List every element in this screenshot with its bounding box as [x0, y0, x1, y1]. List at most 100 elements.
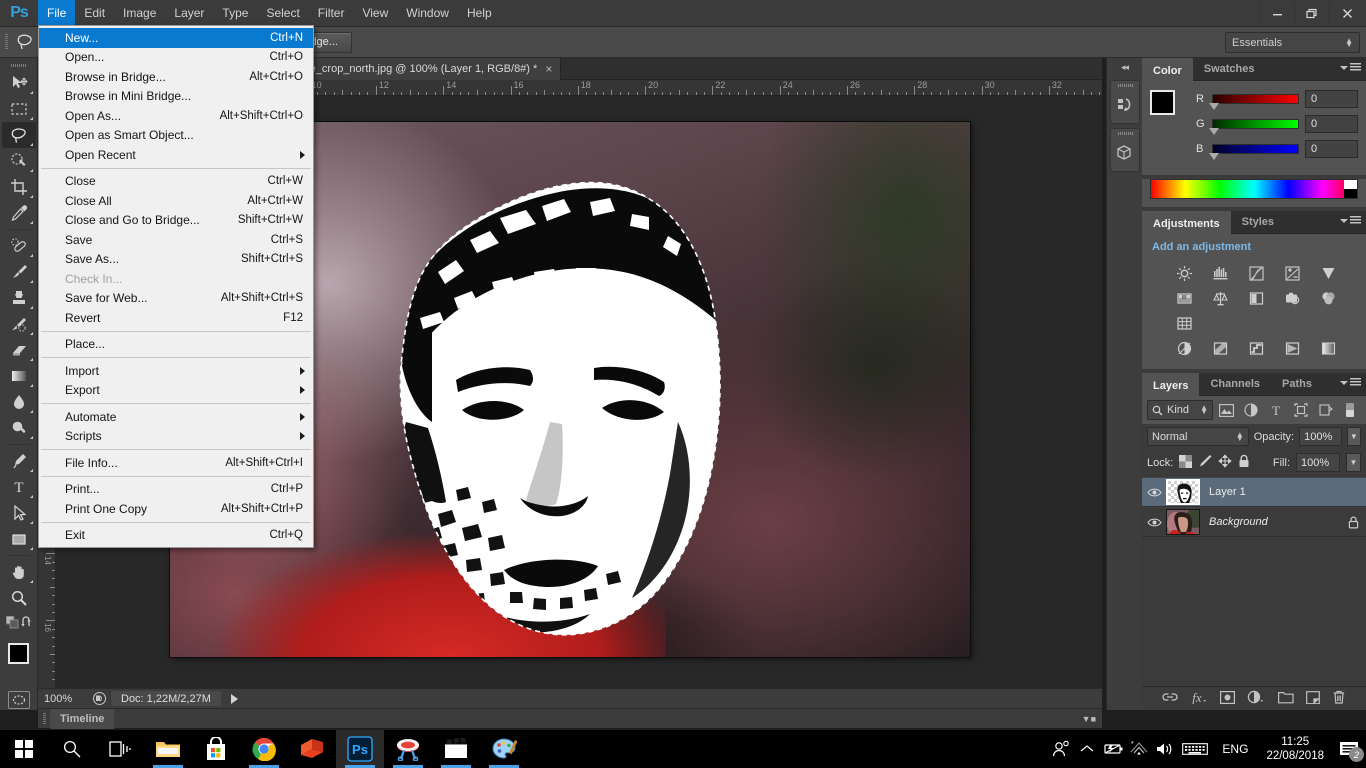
color-balance-icon[interactable]	[1202, 286, 1238, 311]
layer-style-fx-icon[interactable]: fx	[1190, 690, 1208, 707]
link-layers-icon[interactable]	[1162, 691, 1178, 706]
zoom-level[interactable]: 100%	[38, 693, 88, 705]
minimize-button[interactable]	[1259, 2, 1294, 24]
layer-thumbnail[interactable]	[1166, 509, 1200, 535]
lock-transparent-pixels-icon[interactable]	[1179, 455, 1192, 471]
brightness-contrast-icon[interactable]	[1166, 261, 1202, 286]
adjustments-panel-menu-icon[interactable]	[1340, 216, 1361, 225]
color-lookup-icon[interactable]	[1166, 311, 1202, 336]
green-value[interactable]: 0	[1305, 115, 1358, 133]
adjustment-layers-filter-icon[interactable]	[1241, 400, 1263, 420]
menu-layer[interactable]: Layer	[165, 0, 213, 27]
menu-help[interactable]: Help	[458, 0, 501, 27]
3d-panel-icon[interactable]	[1110, 128, 1140, 172]
red-value[interactable]: 0	[1305, 90, 1358, 108]
quick-selection-tool[interactable]	[2, 148, 36, 174]
menu-select[interactable]: Select	[257, 0, 308, 27]
menu-item-exit[interactable]: ExitCtrl+Q	[39, 526, 313, 546]
shape-layers-filter-icon[interactable]	[1290, 400, 1312, 420]
swap-colors-icon[interactable]	[20, 616, 34, 633]
rectangle-tool[interactable]	[2, 526, 36, 552]
status-bar-menu-arrow-icon[interactable]	[231, 694, 238, 704]
close-icon[interactable]: ×	[545, 63, 552, 75]
delete-layer-icon[interactable]	[1332, 690, 1346, 707]
menu-filter[interactable]: Filter	[309, 0, 354, 27]
table-row[interactable]: Layer 1	[1142, 477, 1366, 507]
selective-color-icon[interactable]	[1274, 336, 1310, 361]
history-panel-icon[interactable]	[1110, 80, 1140, 124]
crop-tool[interactable]	[2, 174, 36, 200]
eraser-tool[interactable]	[2, 337, 36, 363]
options-bar-grip[interactable]	[0, 27, 12, 58]
file-explorer-icon[interactable]	[144, 730, 192, 768]
layer-name[interactable]: Layer 1	[1200, 486, 1366, 498]
menu-item-scripts[interactable]: Scripts	[39, 427, 313, 447]
path-selection-tool[interactable]	[2, 500, 36, 526]
opacity-value[interactable]: 100%	[1299, 427, 1341, 446]
menu-item-revert[interactable]: RevertF12	[39, 308, 313, 328]
smart-object-filter-icon[interactable]	[1315, 400, 1337, 420]
menu-item-browse-in-mini-bridge[interactable]: Browse in Mini Bridge...	[39, 87, 313, 107]
menu-item-new[interactable]: New...Ctrl+N	[39, 28, 313, 48]
dodge-tool[interactable]	[2, 415, 36, 441]
tab-adjustments[interactable]: Adjustments	[1142, 211, 1231, 234]
menu-image[interactable]: Image	[114, 0, 165, 27]
menu-item-file-info[interactable]: File Info...Alt+Shift+Ctrl+I	[39, 453, 313, 473]
color-spectrum-ramp[interactable]	[1150, 179, 1358, 199]
tab-color[interactable]: Color	[1142, 58, 1193, 81]
menu-item-open-recent[interactable]: Open Recent	[39, 145, 313, 165]
lasso-tool-icon[interactable]	[12, 29, 38, 55]
collapse-panels-icon[interactable]: ◂◂	[1107, 58, 1142, 76]
blur-tool[interactable]	[2, 389, 36, 415]
menu-item-open-as[interactable]: Open As...Alt+Shift+Ctrl+O	[39, 106, 313, 126]
new-layer-icon[interactable]	[1306, 691, 1320, 707]
black-white-icon[interactable]	[1238, 286, 1274, 311]
levels-icon[interactable]	[1202, 261, 1238, 286]
timeline-grip[interactable]	[38, 709, 50, 729]
invert-icon[interactable]	[1166, 336, 1202, 361]
lasso-tool[interactable]	[2, 122, 36, 148]
threshold-icon[interactable]	[1238, 336, 1274, 361]
show-hidden-icons-chevron[interactable]	[1074, 730, 1100, 768]
vibrance-icon[interactable]	[1310, 261, 1346, 286]
menu-file[interactable]: File	[38, 0, 75, 27]
hue-saturation-icon[interactable]	[1166, 286, 1202, 311]
foreground-color-chip[interactable]	[1150, 90, 1175, 115]
exposure-icon[interactable]	[1274, 261, 1310, 286]
menu-item-browse-in-bridge[interactable]: Browse in Bridge...Alt+Ctrl+O	[39, 67, 313, 87]
clock[interactable]: 11:25 22/08/2018	[1258, 735, 1332, 763]
close-button[interactable]	[1329, 2, 1364, 24]
table-row[interactable]: Background	[1142, 507, 1366, 537]
menu-item-save[interactable]: SaveCtrl+S	[39, 230, 313, 250]
workspace-selector[interactable]: Essentials ▲▼	[1225, 32, 1360, 53]
paint-icon[interactable]	[480, 730, 528, 768]
hand-tool[interactable]	[2, 559, 36, 585]
new-group-icon[interactable]	[1278, 691, 1294, 707]
action-center-icon[interactable]: 2	[1332, 730, 1366, 768]
move-tool[interactable]	[2, 70, 36, 96]
tab-paths[interactable]: Paths	[1271, 373, 1323, 396]
eyedropper-tool[interactable]	[2, 200, 36, 226]
tab-channels[interactable]: Channels	[1199, 373, 1271, 396]
curves-icon[interactable]	[1238, 261, 1274, 286]
rectangular-marquee-tool[interactable]	[2, 96, 36, 122]
brush-tool[interactable]	[2, 259, 36, 285]
layer-name[interactable]: Background	[1200, 516, 1340, 528]
tab-timeline[interactable]: Timeline	[50, 709, 114, 729]
type-layers-filter-icon[interactable]: T	[1265, 400, 1287, 420]
wifi-icon[interactable]: *	[1126, 730, 1152, 768]
file-menu-dropdown[interactable]: New...Ctrl+NOpen...Ctrl+OBrowse in Bridg…	[38, 25, 314, 548]
menu-item-save-for-web[interactable]: Save for Web...Alt+Shift+Ctrl+S	[39, 289, 313, 309]
blue-slider[interactable]	[1212, 144, 1299, 154]
dictionary-app-icon[interactable]	[288, 730, 336, 768]
clone-stamp-tool[interactable]	[2, 285, 36, 311]
google-chrome-icon[interactable]	[240, 730, 288, 768]
layer-filter-kind-selector[interactable]: Kind ▲▼	[1147, 400, 1213, 420]
menu-item-save-as[interactable]: Save As...Shift+Ctrl+S	[39, 250, 313, 270]
menu-item-open[interactable]: Open...Ctrl+O	[39, 48, 313, 68]
type-tool[interactable]: T	[2, 474, 36, 500]
document-preview-icon[interactable]	[88, 692, 110, 705]
tab-swatches[interactable]: Swatches	[1193, 58, 1266, 81]
fill-value[interactable]: 100%	[1296, 453, 1340, 472]
start-button[interactable]	[0, 730, 48, 768]
